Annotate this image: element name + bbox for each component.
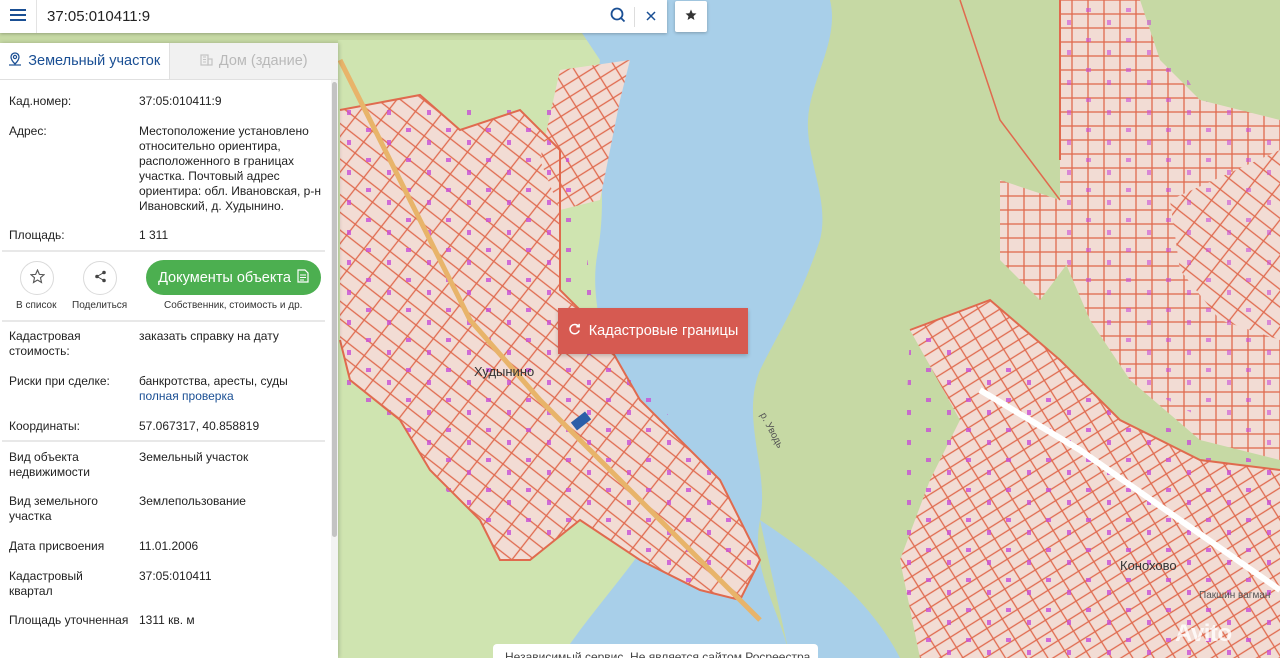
land-type-label: Вид земельного участка (9, 494, 98, 523)
coords-label: Координаты: (9, 419, 80, 433)
close-icon (646, 10, 656, 24)
tab-house[interactable]: Дом (здание) (168, 43, 338, 79)
share-button[interactable] (83, 261, 117, 295)
divider (2, 320, 325, 322)
date-row: Дата присвоения 11.01.2006 (9, 539, 325, 554)
area-label: Площадь: (9, 228, 65, 242)
quarter-value: 37:05:010411 (139, 569, 212, 583)
quarter-label: Кадастровый квартал (9, 569, 83, 598)
tab-house-label: Дом (здание) (218, 53, 308, 69)
village-label: Худынино (474, 364, 535, 379)
cadnum-label: Кад.номер: (9, 94, 72, 108)
tab-land-plot[interactable]: Земельный участок (0, 43, 169, 79)
documents-button[interactable]: Документы объекта (146, 260, 321, 295)
poi-label: Пакшин вагман (1199, 590, 1271, 601)
risk-value: банкротства, аресты, суды (139, 374, 288, 388)
divider (2, 250, 325, 252)
info-panel: Земельный участок Дом (здание) Кад.номер… (0, 43, 338, 658)
disclaimer-notice: Независимый сервис. Не является сайтом Р… (493, 644, 818, 658)
tab-land-plot-label: Земельный участок (28, 53, 161, 69)
menu-icon (10, 8, 26, 25)
add-to-list-caption: В список (16, 300, 57, 311)
area-specified-row: Площадь уточненная 1311 кв. м (9, 613, 325, 628)
search-input[interactable] (37, 0, 602, 33)
cost-label: Кадастровая стоимость: (9, 329, 81, 358)
document-icon (297, 268, 309, 287)
object-type-label: Вид объекта недвижимости (9, 450, 90, 479)
menu-button[interactable] (0, 0, 37, 33)
object-type-value: Земельный участок (139, 450, 249, 464)
refresh-icon (568, 323, 581, 340)
coords-row: Координаты: 57.067317, 40.858819 (9, 419, 325, 434)
share-caption: Поделиться (72, 300, 128, 311)
address-row: Адрес: Местоположение установлено относи… (9, 124, 325, 214)
documents-caption: Собственник, стоимость и др. (164, 300, 303, 311)
share-icon (94, 270, 107, 286)
documents-button-label: Документы объекта (158, 269, 291, 286)
risk-label: Риски при сделке: (9, 374, 110, 388)
area-value: 1 311 (139, 228, 169, 242)
cost-link[interactable]: заказать справку на дату (139, 329, 325, 359)
cost-row: Кадастровая стоимость: заказать справку … (9, 329, 325, 359)
area-specified-label: Площадь уточненная (9, 613, 129, 627)
area-specified-value: 1311 кв. м (139, 613, 195, 627)
search-icon (610, 7, 626, 26)
cadastre-borders-label: Кадастровые границы (588, 323, 739, 339)
panel-scrollbar[interactable] (331, 80, 338, 640)
risk-row: Риски при сделке: банкротства, аресты, с… (9, 374, 325, 404)
favorite-map-button[interactable] (675, 1, 707, 32)
star-icon (685, 9, 697, 24)
area-row: Площадь: 1 311 (9, 228, 325, 243)
land-type-row: Вид земельного участка Землепользование (9, 494, 325, 524)
action-bar: В список Поделиться Документы объекта Со… (0, 255, 325, 319)
land-type-value: Землепользование (139, 494, 246, 508)
divider (2, 440, 325, 442)
date-value: 11.01.2006 (139, 539, 199, 553)
cadnum-row: Кад.номер: 37:05:010411:9 (9, 94, 325, 109)
coords-value: 57.067317, 40.858819 (139, 419, 260, 433)
clear-button[interactable] (635, 0, 667, 33)
full-check-link[interactable]: полная проверка (139, 389, 325, 404)
avito-watermark: Avito (1175, 620, 1232, 647)
cadnum-value[interactable]: 37:05:010411:9 (139, 94, 325, 109)
date-label: Дата присвоения (9, 539, 105, 553)
search-bar (0, 0, 667, 33)
cadastre-borders-button[interactable]: Кадастровые границы (558, 308, 748, 354)
object-tabs: Земельный участок Дом (здание) (0, 43, 338, 80)
add-to-list-button[interactable] (20, 261, 54, 295)
address-label: Адрес: (9, 124, 47, 138)
scrollbar-thumb[interactable] (332, 82, 337, 537)
building-icon (200, 53, 213, 70)
quarter-row: Кадастровый квартал 37:05:010411 (9, 569, 325, 599)
village2-label: Конохово (1120, 558, 1177, 573)
search-button[interactable] (602, 0, 634, 33)
risk-values: банкротства, аресты, суды полная проверк… (139, 374, 325, 404)
land-plot-icon (8, 52, 22, 70)
star-outline-icon (29, 268, 45, 287)
address-value: Местоположение установлено относительно … (139, 124, 321, 213)
object-type-row: Вид объекта недвижимости Земельный участ… (9, 450, 325, 480)
